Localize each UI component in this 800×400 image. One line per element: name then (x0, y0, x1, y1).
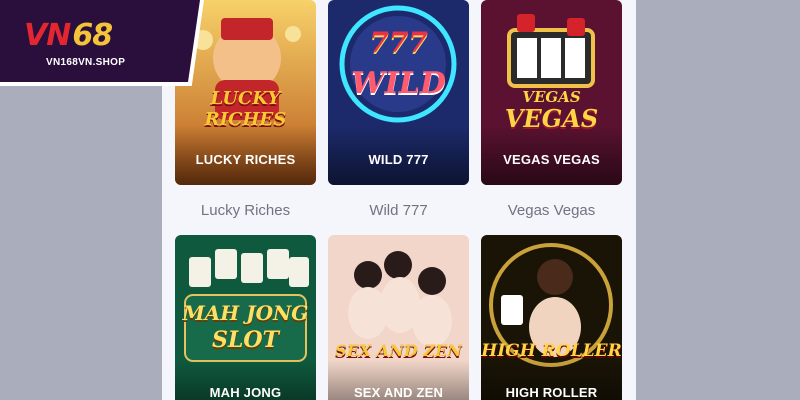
game-banner-high-roller: HIGH ROLLER (505, 385, 598, 400)
game-card-mah-jong[interactable]: MAH JONG SLOT MAH JONG (175, 235, 316, 400)
wild-777-wild-logo: WILD (351, 66, 446, 101)
logo-mark-left: VN (24, 18, 71, 53)
brand-logo[interactable]: VN68 VN168VN.SHOP (0, 0, 200, 82)
logo-mark-right: 68 (72, 18, 113, 53)
game-card-high-roller[interactable]: HIGH ROLLER HIGH ROLLER (481, 235, 622, 400)
game-card-wild-777[interactable]: 777 WILD WILD 777 (328, 0, 469, 185)
sex-and-zen-logo: SEX AND ZEN (335, 341, 462, 360)
game-banner-sex-and-zen: SEX AND ZEN (353, 385, 444, 400)
game-banner-vegas-vegas: VEGAS VEGAS (503, 152, 600, 167)
high-roller-logo: HIGH ROLLER (481, 341, 622, 361)
game-title-wild-777[interactable]: Wild 777 (328, 202, 469, 219)
game-card-vegas-vegas[interactable]: VEGAS VEGAS VEGAS VEGAS (481, 0, 622, 185)
game-card-sex-and-zen[interactable]: SEX AND ZEN SEX AND ZEN (328, 235, 469, 400)
mah-jong-logo-bottom: SLOT (212, 327, 279, 353)
game-title-vegas-vegas[interactable]: Vegas Vegas (481, 202, 622, 219)
wild-777-digits: 777 (369, 26, 428, 59)
game-banner-lucky-riches: LUCKY RICHES (195, 152, 296, 167)
logo-site-name: VN168VN.SHOP (46, 57, 126, 68)
game-banner-mah-jong: MAH JONG (209, 385, 282, 400)
mah-jong-logo-top: MAH JONG (182, 301, 309, 325)
lucky-riches-logo: LUCKY RICHES (204, 88, 287, 130)
game-banner-wild-777: WILD 777 (368, 152, 429, 167)
game-title-lucky-riches[interactable]: Lucky Riches (175, 202, 316, 219)
